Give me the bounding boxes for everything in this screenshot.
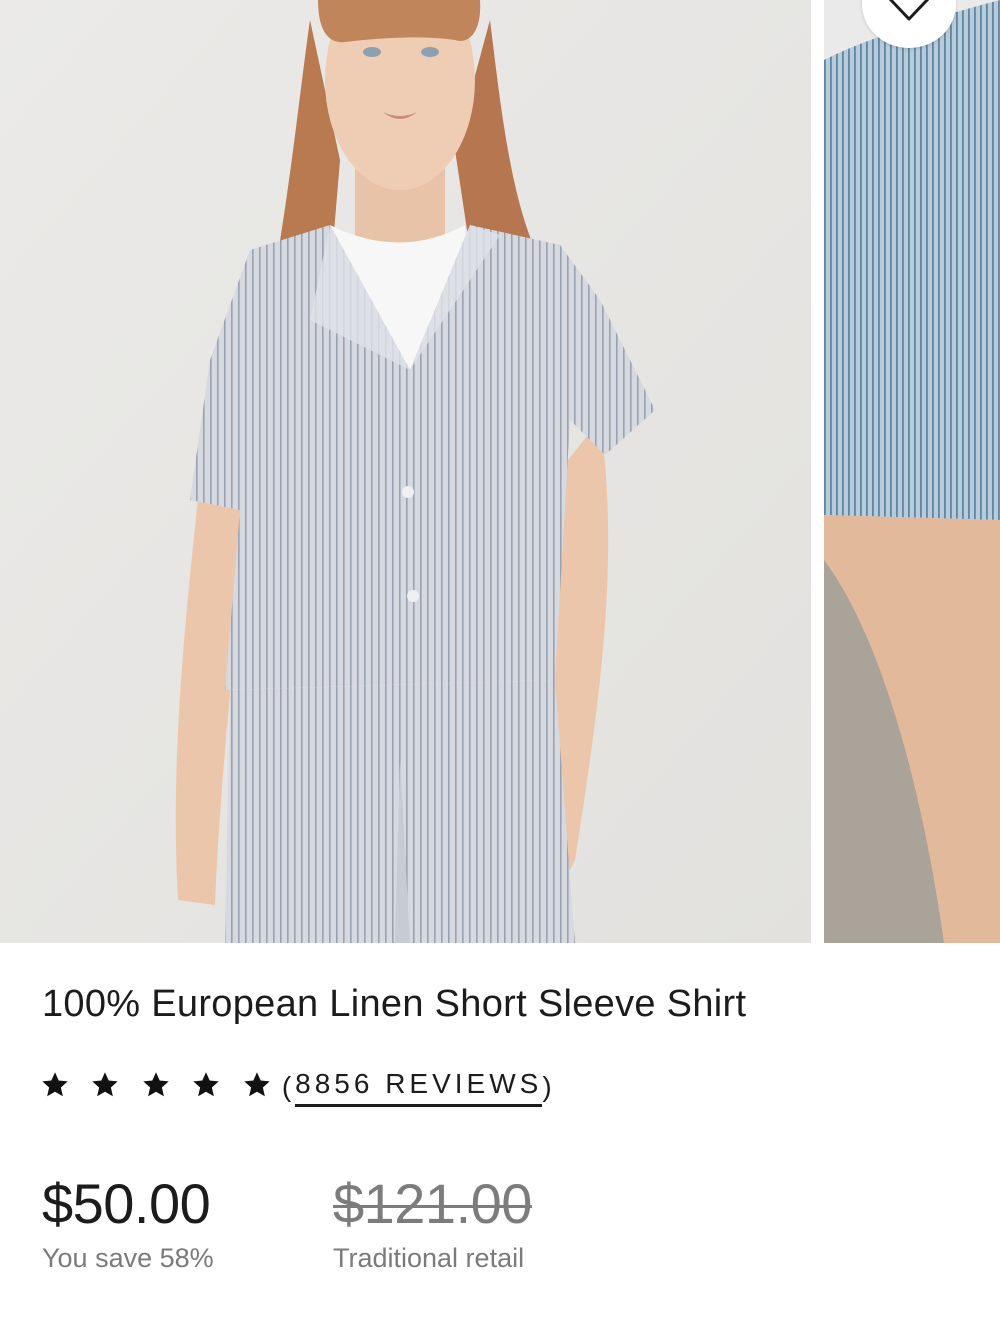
reviews-close-paren: ) (542, 1071, 556, 1102)
product-title: 100% European Linen Short Sleeve Shirt (42, 983, 747, 1025)
star-icon (242, 1070, 272, 1100)
product-info: 100% European Linen Short Sleeve Shirt (… (0, 943, 1000, 1333)
star-rating (40, 1070, 288, 1105)
star-icon (40, 1070, 70, 1100)
savings-text: You save 58% (42, 1243, 214, 1273)
star-icon (90, 1070, 120, 1100)
sale-price: $50.00 (42, 1172, 211, 1235)
heart-outline-icon (886, 0, 932, 30)
product-image-main[interactable] (0, 0, 811, 943)
original-price-label: Traditional retail (333, 1243, 525, 1273)
sleeve-closeup-illustration (824, 0, 1000, 943)
rating-row: ( 8856 REVIEWS ) (40, 1065, 556, 1109)
product-image-carousel[interactable] (0, 0, 1000, 943)
original-price: $121.00 (333, 1172, 532, 1235)
product-image-next[interactable] (824, 0, 1000, 943)
reviews-open-paren: ( (281, 1071, 296, 1102)
model-photo-illustration (0, 0, 811, 943)
reviews-link[interactable]: 8856 REVIEWS (295, 1068, 543, 1107)
star-icon (191, 1070, 221, 1100)
reviews-count: ( 8856 REVIEWS ) (282, 1068, 556, 1107)
star-icon (141, 1070, 171, 1100)
